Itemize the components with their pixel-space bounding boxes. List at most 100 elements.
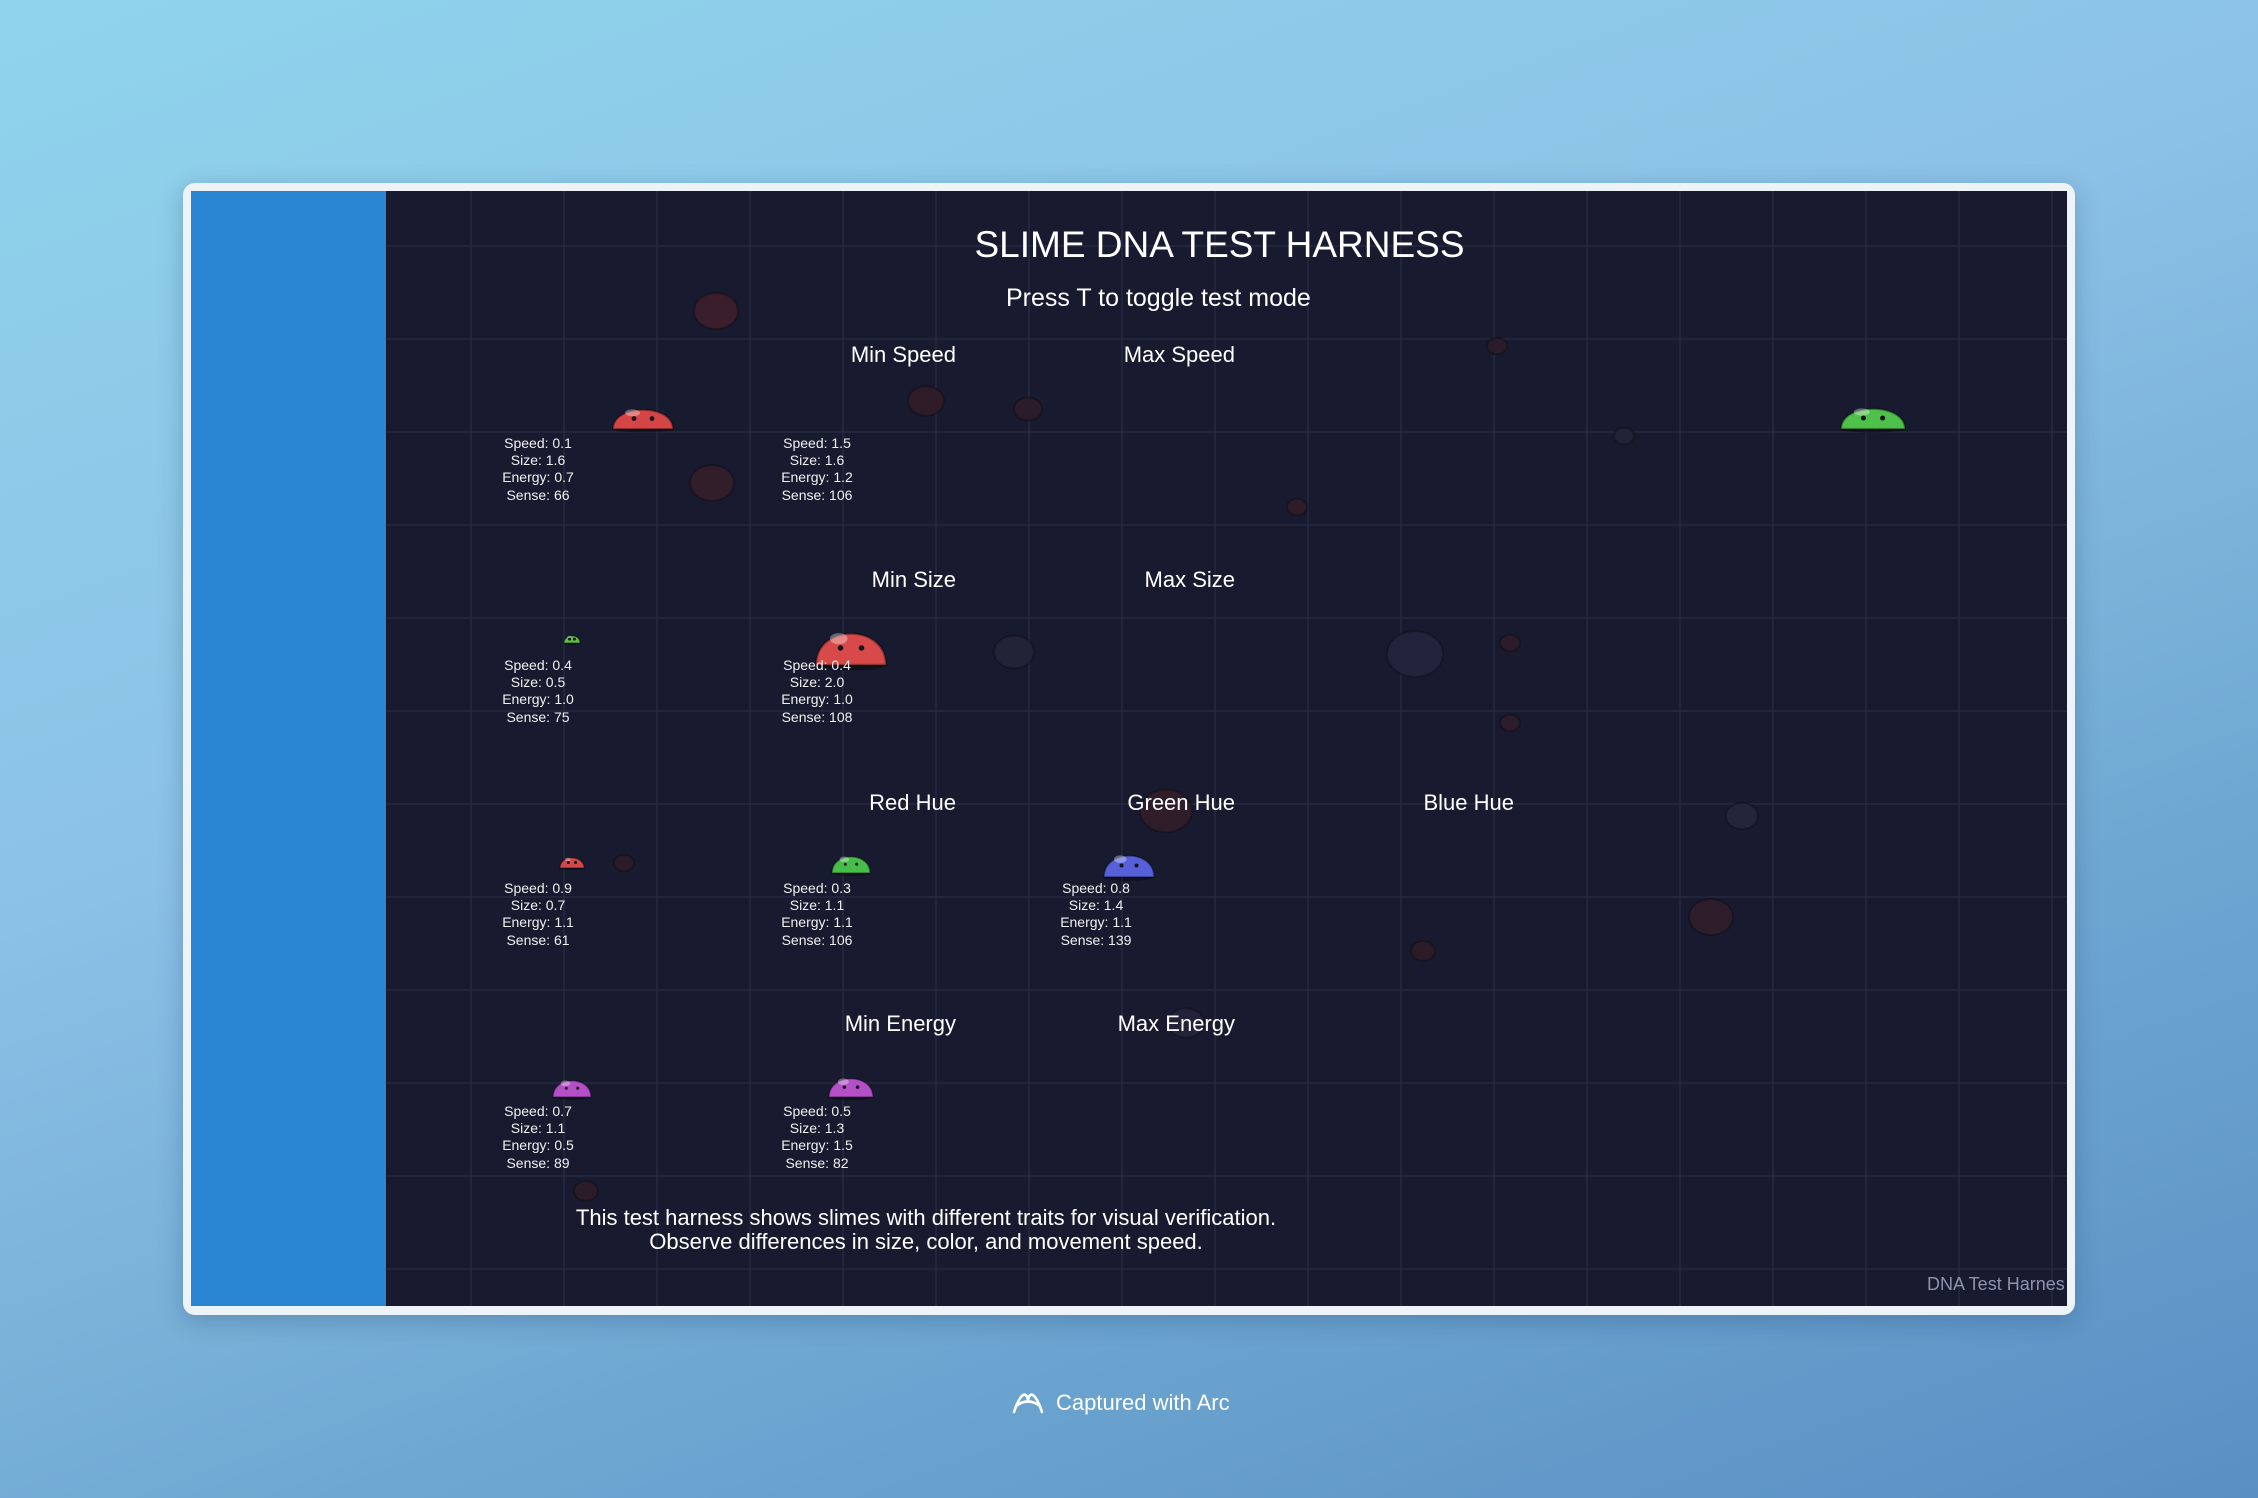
corner-watermark: DNA Test Harnes [1927, 1274, 2065, 1294]
background-slime [1688, 897, 1734, 937]
slime-label-max-size: Max Size [1144, 567, 1235, 592]
slime-body [611, 408, 675, 431]
slime-eye [855, 1085, 860, 1089]
stat-sense: Sense: 66 [506, 486, 570, 503]
slime-label-red-hue: Red Hue [869, 790, 956, 815]
slime-eye [1119, 863, 1124, 868]
stat-energy: Energy: 1.2 [781, 469, 853, 486]
stats-max-speed: Speed: 1.5 Size: 1.6 Energy: 1.2 Sense: … [767, 435, 867, 504]
footer-line-1: This test harness shows slimes with diff… [575, 1205, 1277, 1230]
slime-highlight [1114, 855, 1127, 863]
slime-eye [855, 862, 859, 866]
stat-sense: Sense: 75 [506, 708, 570, 725]
slime-eye [564, 1086, 568, 1090]
stat-size: Size: 0.7 [510, 897, 566, 914]
slime-eye [568, 637, 572, 641]
slime-sprite[interactable] [1103, 855, 1155, 881]
slime-body [831, 856, 871, 874]
slime-eye [566, 861, 570, 864]
stats-blue-hue: Speed: 0.8 Size: 1.4 Energy: 1.1 Sense: … [1046, 880, 1146, 949]
background-slime [1613, 426, 1635, 446]
slime-body [1103, 855, 1155, 878]
stat-energy: Energy: 1.1 [1060, 914, 1132, 931]
subtitle-hint: Press T to toggle test mode [1006, 284, 1311, 312]
stat-speed: Speed: 0.7 [504, 1103, 572, 1119]
stat-speed: Speed: 0.1 [504, 435, 572, 451]
stat-size: Size: 1.3 [789, 1120, 845, 1137]
slime-eye [842, 1085, 847, 1089]
stat-speed: Speed: 1.5 [783, 435, 851, 451]
stats-green-hue: Speed: 0.3 Size: 1.1 Energy: 1.1 Sense: … [767, 880, 867, 949]
stat-sense: Sense: 61 [506, 931, 570, 948]
slime-highlight [1853, 408, 1870, 416]
footer-note: This test harness shows slimes with diff… [566, 1206, 1286, 1254]
slime-sprites [552, 407, 1907, 1101]
footer-line-2: Observe differences in size, color, and … [649, 1229, 1203, 1254]
slime-body [828, 1078, 874, 1098]
slime-highlight [560, 1080, 571, 1087]
stat-speed: Speed: 0.3 [783, 880, 851, 896]
slime-eye [1134, 863, 1139, 868]
stat-size: Size: 1.1 [510, 1120, 566, 1137]
background-slime [1499, 713, 1521, 733]
background-ghost-slimes [573, 291, 1759, 1202]
slime-sprite[interactable] [611, 408, 675, 433]
stat-sense: Sense: 106 [781, 486, 853, 503]
background-slime [1486, 336, 1508, 356]
slime-eye [649, 416, 655, 421]
slime-eye [572, 637, 576, 641]
stats-max-energy: Speed: 0.5 Size: 1.3 Energy: 1.5 Sense: … [767, 1103, 867, 1172]
slime-eye [1880, 415, 1886, 421]
stat-energy: Energy: 0.7 [502, 469, 574, 486]
background-slime [1725, 801, 1759, 831]
stat-size: Size: 1.1 [789, 897, 845, 914]
slime-label-min-speed: Min Speed [850, 342, 956, 367]
slime-sprite[interactable] [1839, 407, 1907, 433]
stat-energy: Energy: 1.1 [502, 914, 574, 931]
slime-sprite[interactable] [831, 856, 871, 876]
background-slime [573, 1180, 599, 1202]
slime-sprite[interactable] [828, 1078, 874, 1101]
slime-eye [574, 861, 578, 864]
slime-body [563, 635, 581, 644]
stat-sense: Sense: 89 [506, 1154, 570, 1171]
slime-label-green-hue: Green Hue [1127, 790, 1235, 815]
stat-energy: Energy: 1.0 [781, 691, 853, 708]
background-slime [1499, 633, 1521, 653]
background-slime [993, 634, 1035, 670]
stat-speed: Speed: 0.4 [504, 657, 572, 673]
stat-size: Size: 1.6 [789, 452, 845, 469]
slime-highlight [625, 409, 640, 417]
slime-highlight [837, 1078, 849, 1085]
game-canvas[interactable]: SLIME DNA TEST HARNESS Press T to toggle… [386, 191, 2067, 1306]
background-slime [1386, 630, 1444, 678]
background-slime [907, 385, 945, 417]
stat-size: Size: 1.6 [510, 452, 566, 469]
slime-eye [858, 645, 865, 651]
stat-energy: Energy: 1.0 [502, 691, 574, 708]
slime-label-max-energy: Max Energy [1117, 1011, 1235, 1036]
slime-highlight [830, 633, 848, 645]
stat-energy: Energy: 1.1 [781, 914, 853, 931]
stat-speed: Speed: 0.4 [783, 657, 851, 673]
slime-eye [843, 862, 847, 866]
slime-eye [837, 645, 844, 651]
background-slime [1013, 396, 1043, 422]
background-slime [689, 463, 735, 503]
stats-min-energy: Speed: 0.7 Size: 1.1 Energy: 0.5 Sense: … [488, 1103, 588, 1172]
arc-logo-icon [1012, 1393, 1044, 1414]
slime-sprite[interactable] [563, 635, 581, 645]
stat-speed: Speed: 0.9 [504, 880, 572, 896]
stat-size: Size: 2.0 [789, 674, 845, 691]
slime-highlight [839, 856, 850, 863]
slime-label-blue-hue: Blue Hue [1423, 790, 1514, 815]
slime-label-max-speed: Max Speed [1123, 342, 1235, 367]
stat-size: Size: 1.4 [1068, 897, 1124, 914]
stat-sense: Sense: 106 [781, 931, 853, 948]
page-title: SLIME DNA TEST HARNESS [974, 224, 1465, 265]
background-slime [1286, 497, 1308, 517]
slime-eye [631, 416, 637, 421]
stats-min-speed: Speed: 0.1 Size: 1.6 Energy: 0.7 Sense: … [488, 435, 588, 504]
slime-label-min-energy: Min Energy [844, 1011, 956, 1036]
stats-red-hue: Speed: 0.9 Size: 0.7 Energy: 1.1 Sense: … [488, 880, 588, 949]
